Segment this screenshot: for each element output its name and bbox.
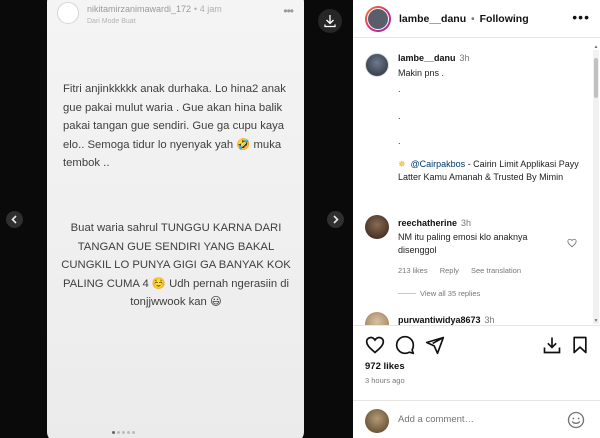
chevron-right-icon — [333, 215, 339, 224]
previous-button[interactable] — [6, 211, 23, 228]
comments-scrollbar[interactable] — [593, 50, 599, 324]
comment-time: 3h — [484, 315, 495, 325]
comment-meta: 213 likes Reply See translation — [398, 266, 531, 275]
download-button[interactable] — [318, 9, 342, 33]
commenter-avatar[interactable] — [365, 312, 389, 325]
carousel-dot — [117, 431, 120, 434]
post-actions — [353, 325, 600, 365]
caption-dot: . — [398, 84, 401, 94]
download-post-icon[interactable] — [542, 335, 562, 355]
story-screenshot: nikitamirzanimawardi_172 • 4 jam Dari Mod… — [47, 0, 304, 438]
likes-count[interactable]: 972 likes — [365, 361, 405, 372]
download-icon — [324, 15, 336, 28]
story-more-icon: ••• — [283, 4, 294, 18]
emoji-icon[interactable] — [567, 411, 585, 429]
see-translation-link[interactable]: See translation — [471, 266, 521, 275]
reply-button[interactable]: Reply — [440, 266, 459, 275]
replies-divider — [398, 293, 416, 294]
story-username: nikitamirzanimawardi_172 — [87, 4, 192, 14]
author-avatar[interactable] — [365, 6, 391, 32]
post-media: nikitamirzanimawardi_172 • 4 jam Dari Mod… — [0, 0, 353, 438]
like-heart-icon[interactable] — [365, 335, 385, 355]
comments-section[interactable]: lambe__danu 3h Makin pns . . . . ✵ @Cairp… — [353, 39, 600, 325]
scroll-down-arrow[interactable]: ▼ — [593, 318, 599, 324]
comment-text: NM itu paling emosi klo anaknya disenggo… — [398, 232, 528, 255]
view-replies-button[interactable]: View all 35 replies — [420, 289, 480, 298]
story-subtitle: Dari Mode Buat — [87, 18, 136, 25]
sparkle-icon: ✵ — [398, 159, 406, 169]
like-comment-heart-icon[interactable] — [567, 238, 577, 248]
scrollbar-thumb[interactable] — [594, 58, 598, 98]
commenter-username[interactable]: reechatherine — [398, 218, 457, 228]
caption-dot: . — [398, 111, 401, 121]
header-separator: • — [471, 13, 475, 25]
current-user-avatar — [365, 409, 389, 433]
post-header: lambe__danu • Following ••• — [353, 0, 600, 38]
add-comment-input[interactable] — [398, 414, 558, 425]
story-paragraph-2: Buat waria sahrul TUNGGU KARNA DARI TANG… — [61, 222, 291, 308]
carousel-dot — [127, 431, 130, 434]
instagram-post-modal: nikitamirzanimawardi_172 • 4 jam Dari Mod… — [0, 0, 600, 438]
carousel-indicator — [112, 431, 135, 434]
add-comment-bar — [353, 400, 600, 438]
more-options-icon[interactable]: ••• — [572, 9, 590, 25]
next-button[interactable] — [327, 211, 344, 228]
caption-avatar[interactable] — [365, 53, 389, 77]
post-timestamp: 3 hours ago — [365, 376, 405, 385]
share-icon[interactable] — [425, 335, 445, 355]
comment-likes[interactable]: 213 likes — [398, 266, 428, 275]
chevron-left-icon — [11, 215, 17, 224]
commenter-avatar[interactable] — [365, 215, 389, 239]
post-sidebar: lambe__danu • Following ••• lambe__danu 3… — [353, 0, 600, 438]
story-paragraph-1: Fitri anjinkkkkk anak durhaka. Lo hina2 … — [63, 83, 286, 169]
author-username[interactable]: lambe__danu — [399, 13, 466, 25]
caption-promo: ✵ @Cairpakbos - Cairin Limit Applikasi P… — [398, 158, 588, 184]
comment-time: 3h — [461, 218, 472, 228]
caption-dot: . — [398, 136, 401, 146]
caption-username[interactable]: lambe__danu — [398, 53, 456, 63]
commenter-username[interactable]: purwantiwidya8673 — [398, 315, 481, 325]
story-time: • 4 jam — [194, 4, 222, 14]
comment-icon[interactable] — [395, 335, 415, 355]
following-button[interactable]: Following — [480, 13, 529, 25]
story-avatar — [57, 2, 79, 24]
caption-time: 3h — [459, 53, 470, 63]
carousel-dot — [112, 431, 115, 434]
carousel-dot — [122, 431, 125, 434]
caption-line: Makin pns . — [398, 68, 445, 78]
story-header: nikitamirzanimawardi_172 • 4 jam Dari Mod… — [57, 2, 297, 32]
carousel-dot — [132, 431, 135, 434]
save-bookmark-icon[interactable] — [570, 335, 590, 355]
mention-link[interactable]: @Cairpakbos — [411, 159, 466, 169]
